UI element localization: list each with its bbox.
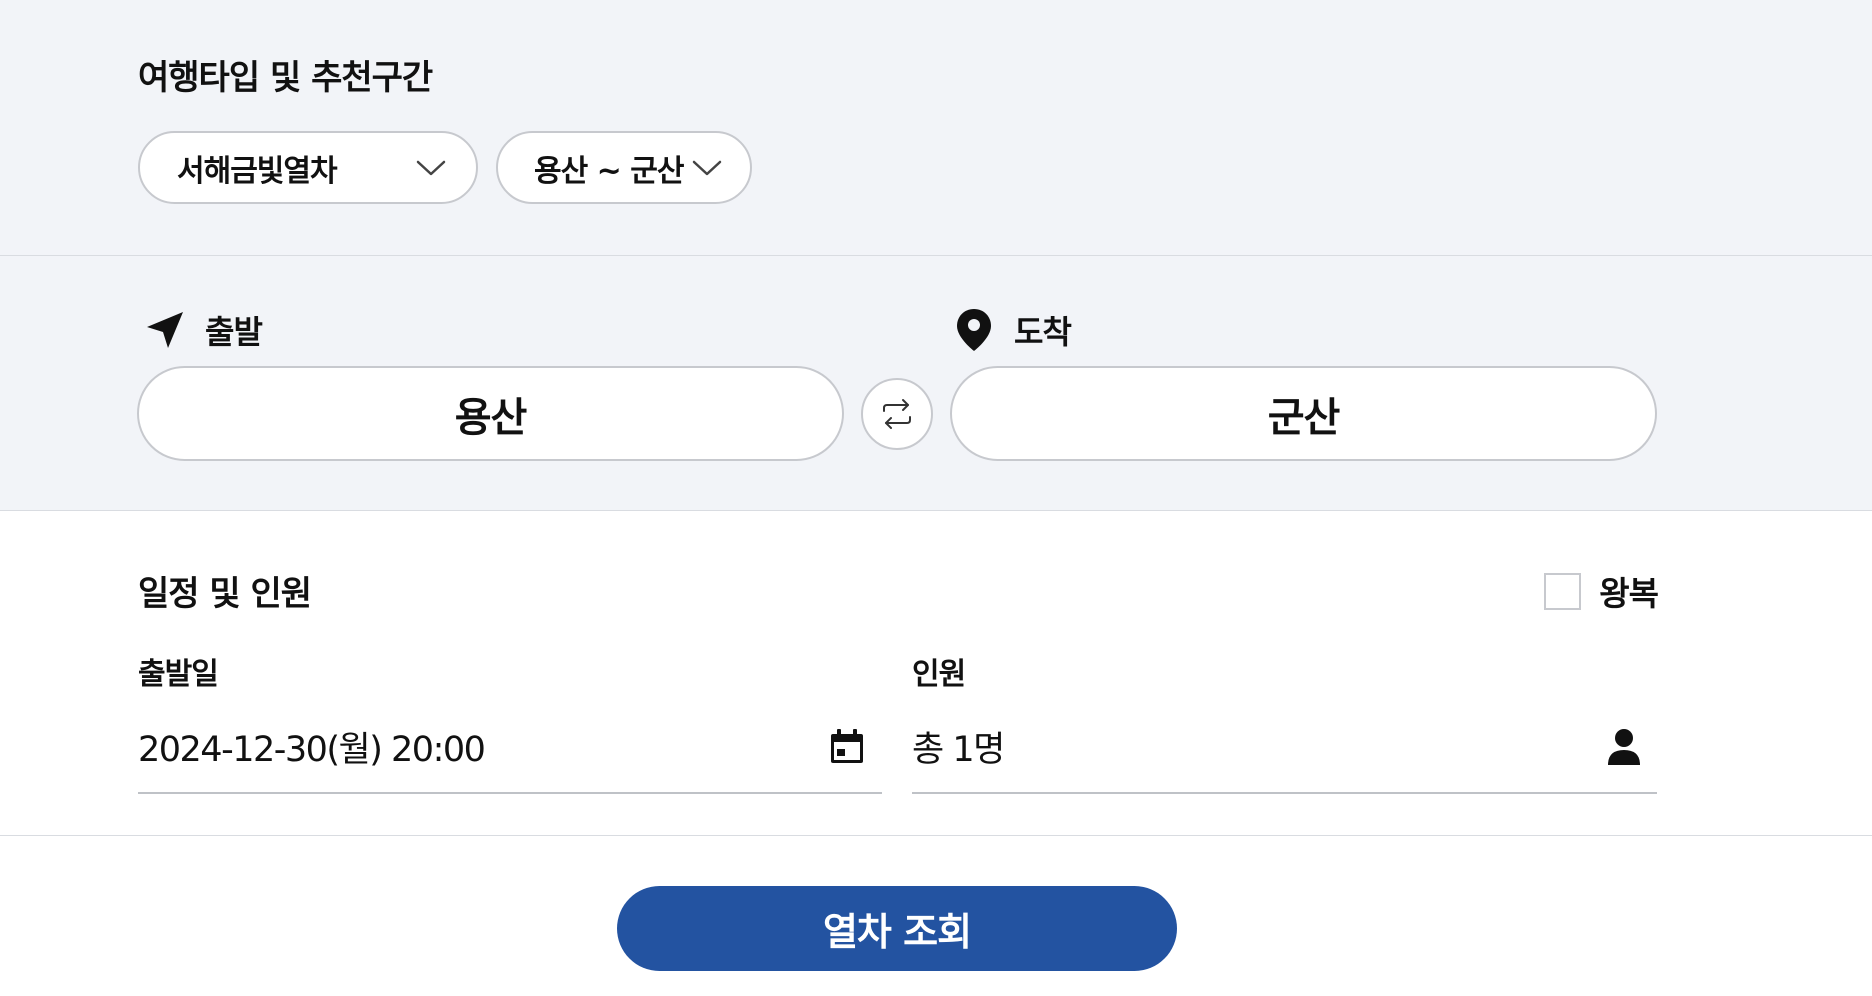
travel-type-section: 여행타입 및 추천구간 서해금빛열차 용산 ~ 군산	[0, 0, 1872, 256]
passengers-value: 총 1명	[912, 730, 1005, 770]
recommended-route-select[interactable]: 용산 ~ 군산	[496, 131, 752, 204]
person-icon	[1608, 728, 1640, 765]
schedule-title: 일정 및 인원	[138, 574, 312, 614]
location-pin-icon	[957, 309, 991, 351]
checkbox-box[interactable]	[1544, 572, 1582, 610]
roundtrip-label: 왕복	[1599, 574, 1659, 613]
station-section: 출발 도착 용산 군산	[0, 256, 1872, 511]
arrival-station-button[interactable]: 군산	[950, 366, 1657, 461]
roundtrip-checkbox[interactable]: 왕복	[1544, 567, 1659, 615]
departure-label: 출발	[145, 307, 263, 353]
search-trains-button[interactable]: 열차 조회	[617, 886, 1177, 971]
departure-label-text: 출발	[205, 313, 263, 351]
travel-type-title: 여행타입 및 추천구간	[138, 58, 433, 98]
calendar-icon	[831, 728, 863, 763]
swap-arrows-icon	[883, 399, 911, 429]
arrival-label: 도착	[956, 307, 1072, 353]
arrival-label-text: 도착	[1014, 313, 1072, 351]
chevron-down-icon	[692, 160, 722, 175]
navigation-arrow-icon	[147, 312, 183, 348]
departure-station-button[interactable]: 용산	[137, 366, 844, 461]
recommended-route-value: 용산 ~ 군산	[534, 153, 684, 189]
swap-stations-button[interactable]	[861, 378, 933, 450]
travel-type-value: 서해금빛열차	[177, 153, 338, 189]
departure-date-label: 출발일	[138, 657, 219, 692]
passengers-label: 인원	[912, 657, 966, 692]
passengers-field[interactable]: 총 1명	[912, 701, 1657, 794]
schedule-section: 일정 및 인원 왕복 출발일 인원 2024-12-30(월) 20:00 총 …	[0, 511, 1872, 836]
departure-date-field[interactable]: 2024-12-30(월) 20:00	[138, 701, 882, 794]
chevron-down-icon	[416, 160, 446, 175]
departure-date-value: 2024-12-30(월) 20:00	[138, 730, 486, 770]
travel-type-select[interactable]: 서해금빛열차	[138, 131, 478, 204]
